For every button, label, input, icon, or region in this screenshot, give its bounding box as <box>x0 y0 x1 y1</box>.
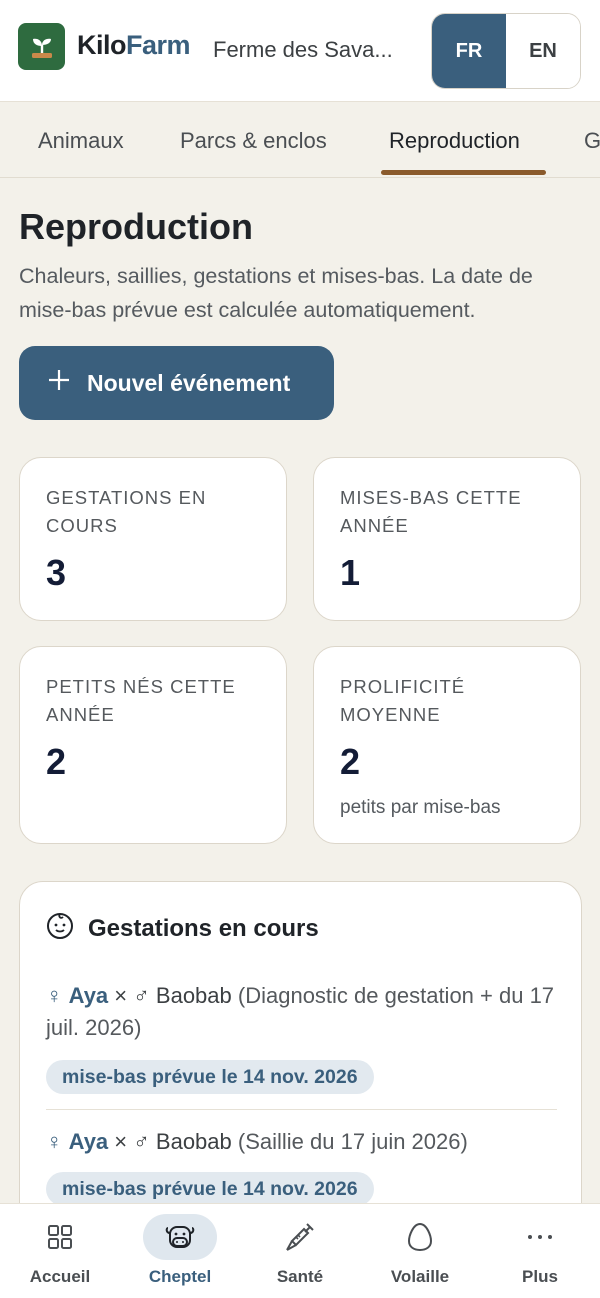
nav-label: Cheptel <box>148 1267 212 1286</box>
due-date-badge: mise-bas prévue le 14 nov. 2026 <box>46 1172 374 1206</box>
nav-cheptel[interactable]: Cheptel <box>120 1204 240 1298</box>
nav-sante[interactable]: Santé <box>240 1204 360 1298</box>
stat-label: Prolificité moyenne <box>340 676 466 725</box>
female-animal-link[interactable]: Aya <box>69 983 109 1008</box>
more-icon <box>503 1214 577 1260</box>
language-switch: FR EN <box>431 13 581 89</box>
stat-label: Petits nés cette année <box>46 676 236 725</box>
stat-card-petits-nes: Petits nés cette année 2 <box>19 646 287 844</box>
gestations-card-header: Gestations en cours <box>46 912 319 945</box>
stat-value: 2 <box>340 741 361 782</box>
new-event-button[interactable]: Nouvel événement <box>19 346 334 420</box>
gestation-event-item[interactable]: ♀ Aya × ♂ Baobab (Diagnostic de gestatio… <box>46 980 561 1044</box>
brand-name[interactable]: KiloFarm <box>77 30 191 61</box>
cross-symbol: × <box>114 983 128 1008</box>
baby-face-icon <box>46 912 74 945</box>
farm-name[interactable]: Ferme des Sava... <box>213 37 418 63</box>
logo-sprout-icon[interactable] <box>18 23 65 70</box>
app-header: KiloFarm Ferme des Sava... FR EN <box>0 0 600 102</box>
lang-en-button[interactable]: EN <box>506 14 580 88</box>
nav-plus[interactable]: Plus <box>480 1204 600 1298</box>
page-description: Chaleurs, saillies, gestations et mises-… <box>19 264 533 322</box>
female-symbol: ♀ <box>46 1129 63 1154</box>
cross-symbol: × <box>114 1129 128 1154</box>
nav-label: Accueil <box>29 1267 91 1286</box>
female-animal-link[interactable]: Aya <box>69 1129 109 1154</box>
active-tab-indicator <box>381 170 546 175</box>
tab-next-truncated[interactable]: G <box>584 103 600 177</box>
nav-accueil[interactable]: Accueil <box>0 1204 120 1298</box>
tab-reproduction[interactable]: Reproduction <box>389 103 520 177</box>
section-tabs: Animaux Parcs & enclos Reproduction G <box>0 103 600 178</box>
cow-icon <box>143 1214 217 1260</box>
male-symbol: ♂ <box>133 1129 150 1154</box>
event-detail: (Saillie du 17 juin 2026) <box>237 1129 468 1154</box>
brand-part-kilo: Kilo <box>77 30 127 60</box>
stat-label: Mises-bas cette année <box>340 487 522 536</box>
nav-label: Santé <box>276 1267 324 1286</box>
nav-label: Plus <box>522 1267 558 1286</box>
new-event-label: Nouvel événement <box>87 369 291 396</box>
stat-card-gestations: Gestations en cours 3 <box>19 457 287 621</box>
lang-fr-button[interactable]: FR <box>432 14 506 88</box>
syringe-icon <box>263 1214 337 1260</box>
stat-label: Gestations en cours <box>46 487 207 536</box>
egg-icon <box>383 1214 457 1260</box>
list-divider <box>46 1109 557 1110</box>
grid-icon <box>23 1214 97 1260</box>
stat-subtext: petits par mise-bas <box>340 797 501 818</box>
male-symbol: ♂ <box>133 983 150 1008</box>
stat-card-prolificite: Prolificité moyenne 2 petits par mise-ba… <box>313 646 581 844</box>
tab-parcs-enclos[interactable]: Parcs & enclos <box>180 103 327 177</box>
nav-label: Volaille <box>390 1267 450 1286</box>
female-symbol: ♀ <box>46 983 63 1008</box>
page-title: Reproduction <box>19 206 253 247</box>
due-date-badge: mise-bas prévue le 14 nov. 2026 <box>46 1060 374 1094</box>
stat-card-mises-bas: Mises-bas cette année 1 <box>313 457 581 621</box>
nav-volaille[interactable]: Volaille <box>360 1204 480 1298</box>
tab-animaux[interactable]: Animaux <box>38 103 124 177</box>
brand-part-farm: Farm <box>126 30 191 60</box>
male-animal-name: Baobab <box>155 1129 232 1154</box>
stat-value: 2 <box>46 741 67 782</box>
gestation-event-item[interactable]: ♀ Aya × ♂ Baobab (Saillie du 17 juin 202… <box>46 1126 561 1158</box>
male-animal-name: Baobab <box>155 983 232 1008</box>
plus-icon <box>47 368 71 398</box>
bottom-navigation: Accueil Cheptel Santé Volaille Plus <box>0 1203 600 1298</box>
gestations-card-title: Gestations en cours <box>88 914 319 942</box>
stat-value: 1 <box>340 552 361 593</box>
stat-value: 3 <box>46 552 67 593</box>
